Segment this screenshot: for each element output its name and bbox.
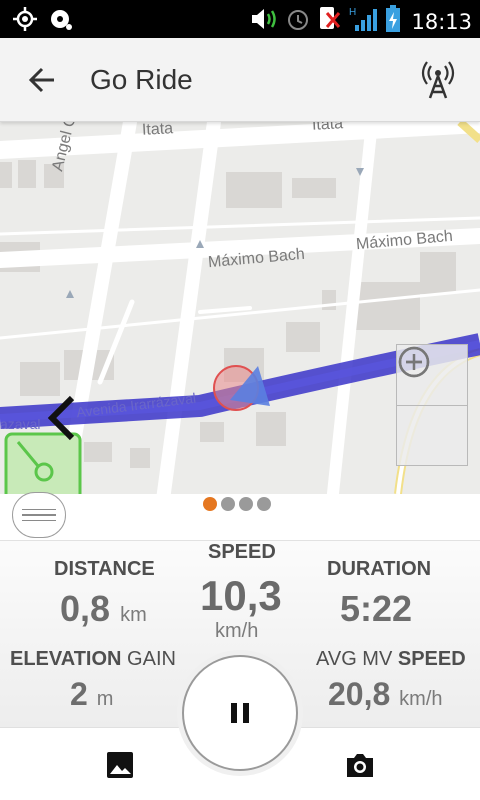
elevation-value-row: 2 m bbox=[70, 676, 113, 713]
elevation-label-thin: GAIN bbox=[127, 648, 176, 670]
gps-signal-button[interactable] bbox=[416, 58, 460, 102]
street-label: Itata bbox=[311, 122, 344, 134]
speed-value: 10,3 bbox=[200, 572, 282, 619]
duration-label: DURATION bbox=[327, 558, 432, 580]
page-indicator bbox=[203, 497, 271, 511]
avg-speed-unit: km/h bbox=[399, 688, 443, 710]
alarm-icon bbox=[285, 6, 311, 37]
network-type-label: H bbox=[349, 7, 356, 18]
battery-charging-icon bbox=[385, 5, 401, 38]
street-label: azaval bbox=[0, 416, 41, 432]
speed-unit: km/h bbox=[215, 620, 259, 642]
menu-line bbox=[22, 519, 56, 522]
menu-handle-button[interactable] bbox=[12, 492, 66, 538]
duration-value: 5:22 bbox=[340, 588, 413, 629]
signal-icon: H bbox=[349, 5, 379, 38]
distance-label: DISTANCE bbox=[54, 558, 155, 580]
app-bar: Go Ride bbox=[0, 38, 480, 122]
page-dot[interactable] bbox=[257, 497, 271, 511]
street-label: Itata bbox=[141, 122, 174, 139]
gps-icon bbox=[12, 6, 38, 37]
camera-icon bbox=[347, 754, 373, 777]
volume-icon bbox=[249, 6, 279, 37]
pause-button[interactable] bbox=[182, 655, 298, 771]
panel-header bbox=[0, 494, 480, 541]
avg-speed-label-thin: AVG MV bbox=[316, 648, 393, 670]
distance-value: 0,8 bbox=[60, 588, 111, 629]
page-dot-active[interactable] bbox=[203, 497, 217, 511]
page-dot[interactable] bbox=[221, 497, 235, 511]
status-bar: H 18:13 bbox=[0, 0, 480, 38]
elevation-unit: m bbox=[96, 688, 114, 710]
pause-icon bbox=[231, 703, 249, 723]
menu-line bbox=[22, 508, 56, 511]
avg-speed-value-row: 20,8 km/h bbox=[328, 676, 443, 713]
camera-button[interactable] bbox=[342, 747, 378, 783]
status-time: 18:13 bbox=[411, 9, 472, 34]
page-title: Go Ride bbox=[90, 64, 193, 95]
avg-speed-label-bold: SPEED bbox=[397, 648, 466, 670]
avg-speed-value: 20,8 bbox=[328, 676, 391, 712]
podcast-icon bbox=[48, 6, 74, 37]
map-view[interactable]: Itata Itata Angel Cruch Máximo Bach Máxi… bbox=[0, 122, 480, 494]
sim-blocked-icon bbox=[317, 5, 343, 38]
elevation-gain-label: ELEVATION GAIN bbox=[10, 648, 176, 671]
avg-moving-speed-label: AVG MV SPEED bbox=[316, 648, 466, 671]
page-dot[interactable] bbox=[239, 497, 253, 511]
zoom-out-button[interactable] bbox=[397, 346, 467, 465]
menu-line bbox=[22, 514, 56, 516]
gallery-button[interactable] bbox=[102, 747, 138, 783]
gps-antenna-icon bbox=[421, 61, 455, 99]
distance-unit: km bbox=[120, 604, 147, 626]
minus-circle-icon bbox=[398, 346, 430, 378]
elevation-value: 2 bbox=[70, 676, 88, 712]
zoom-control bbox=[396, 344, 468, 466]
arrow-left-icon bbox=[28, 67, 54, 93]
image-icon bbox=[107, 752, 133, 778]
distance-value-row: 0,8 km bbox=[60, 588, 147, 630]
elevation-label-bold: ELEVATION bbox=[10, 648, 122, 670]
speed-label: SPEED bbox=[208, 541, 276, 563]
back-button[interactable] bbox=[22, 60, 62, 100]
